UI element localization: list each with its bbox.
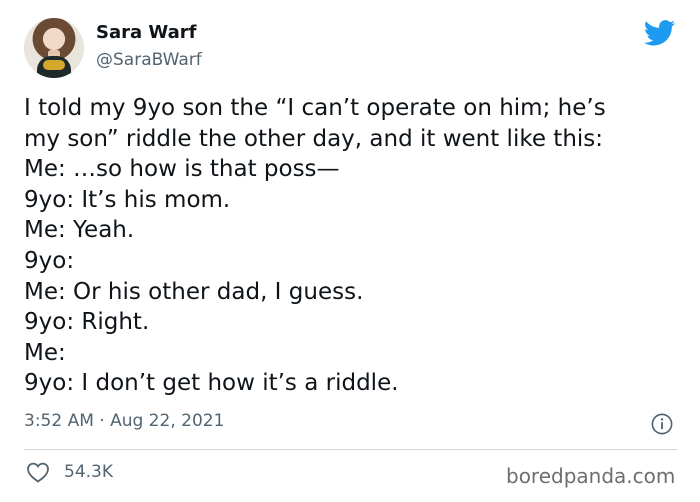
tweet-text: I told my 9yo son the “I can’t operate o… xyxy=(24,93,684,399)
tweet-line: 9yo: I don’t get how it’s a riddle. xyxy=(24,370,399,397)
tweet-line: 9yo: It’s his mom. xyxy=(24,186,231,213)
tweet-line: Me: Or his other dad, I guess. xyxy=(24,278,364,305)
tweet-timestamp[interactable]: 3:52 AM · Aug 22, 2021 xyxy=(24,411,224,431)
info-icon[interactable] xyxy=(651,413,673,435)
heart-icon xyxy=(27,462,49,483)
like-button[interactable]: 54.3K xyxy=(26,461,113,483)
watermark: boredpanda.com xyxy=(506,464,676,488)
author-handle[interactable]: @SaraBWarf xyxy=(96,50,202,70)
avatar-accent xyxy=(43,60,65,70)
like-count: 54.3K xyxy=(64,462,113,482)
tweet-line: my son” riddle the other day, and it wen… xyxy=(24,125,604,152)
tweet-line: Me: xyxy=(24,339,66,366)
twitter-bird-icon[interactable] xyxy=(644,20,676,46)
tweet-line: 9yo: xyxy=(24,247,75,274)
avatar[interactable] xyxy=(24,18,84,78)
tweet-line: 9yo: Right. xyxy=(24,309,150,336)
author-name[interactable]: Sara Warf xyxy=(96,22,196,43)
tweet-line: Me: Yeah. xyxy=(24,217,135,244)
tweet-line: I told my 9yo son the “I can’t operate o… xyxy=(24,95,606,121)
divider xyxy=(24,449,677,450)
tweet-line: Me: …so how is that poss— xyxy=(24,156,340,183)
